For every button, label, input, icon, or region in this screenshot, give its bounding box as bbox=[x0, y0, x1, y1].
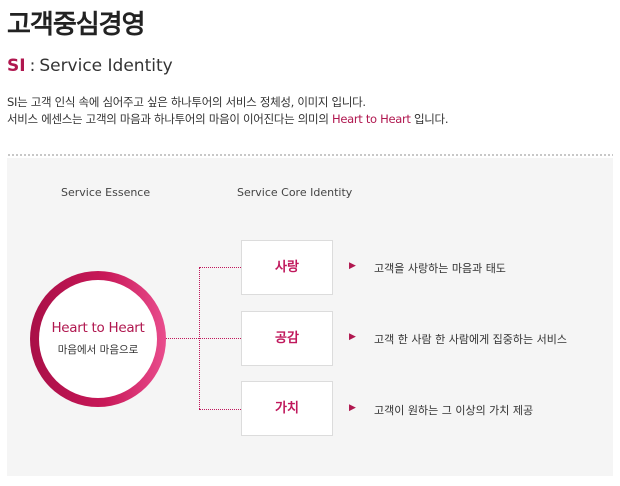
arrow-icon: ▶ bbox=[349, 403, 356, 413]
essence-circle: Heart to Heart 마음에서 마음으로 bbox=[30, 271, 166, 407]
dotted-divider bbox=[7, 153, 613, 157]
connector-branch-2 bbox=[199, 338, 241, 339]
arrow-icon: ▶ bbox=[349, 261, 356, 271]
page-title: 고객중심경영 bbox=[7, 10, 146, 40]
core-desc-love: 고객을 사랑하는 마음과 태도 bbox=[374, 262, 506, 275]
si-diagram-panel: Service Essence Service Core Identity He… bbox=[7, 158, 613, 476]
connector-main bbox=[166, 338, 199, 339]
intro-line-2: 서비스 에센스는 고객의 마음과 하나투어의 마음이 이어진다는 의미의 Hea… bbox=[7, 111, 448, 128]
essence-subtitle: 마음에서 마음으로 bbox=[57, 344, 139, 356]
essence-title: Heart to Heart bbox=[51, 320, 145, 336]
core-desc-empathy: 고객 한 사람 한 사람에게 집중하는 서비스 bbox=[374, 333, 568, 346]
essence-circle-inner: Heart to Heart 마음에서 마음으로 bbox=[39, 280, 157, 398]
essence-column-label: Service Essence bbox=[61, 186, 151, 199]
core-box-value: 가치 bbox=[241, 381, 333, 436]
intro-line-2-post: 입니다. bbox=[410, 112, 449, 126]
connector-branch-1 bbox=[199, 267, 241, 268]
subtitle-text: Service Identity bbox=[39, 56, 173, 76]
intro-highlight: Heart to Heart bbox=[331, 112, 411, 126]
core-box-love: 사랑 bbox=[241, 240, 333, 295]
connector-branch-3 bbox=[199, 409, 241, 410]
subtitle-prefix: SI bbox=[7, 56, 26, 76]
intro-line-1: SI는 고객 인식 속에 심어주고 싶은 하나투어의 서비스 정체성, 이미지 … bbox=[7, 95, 366, 109]
subtitle: SI: Service Identity bbox=[7, 56, 173, 76]
subtitle-colon: : bbox=[29, 56, 36, 76]
core-box-empathy: 공감 bbox=[241, 311, 333, 366]
core-column-label: Service Core Identity bbox=[237, 186, 353, 199]
arrow-icon: ▶ bbox=[349, 332, 356, 342]
intro-line-2-pre: 서비스 에센스는 고객의 마음과 하나투어의 마음이 이어진다는 의미의 bbox=[7, 112, 332, 126]
intro-text: SI는 고객 인식 속에 심어주고 싶은 하나투어의 서비스 정체성, 이미지 … bbox=[7, 94, 448, 128]
core-desc-value: 고객이 원하는 그 이상의 가치 제공 bbox=[374, 404, 534, 417]
